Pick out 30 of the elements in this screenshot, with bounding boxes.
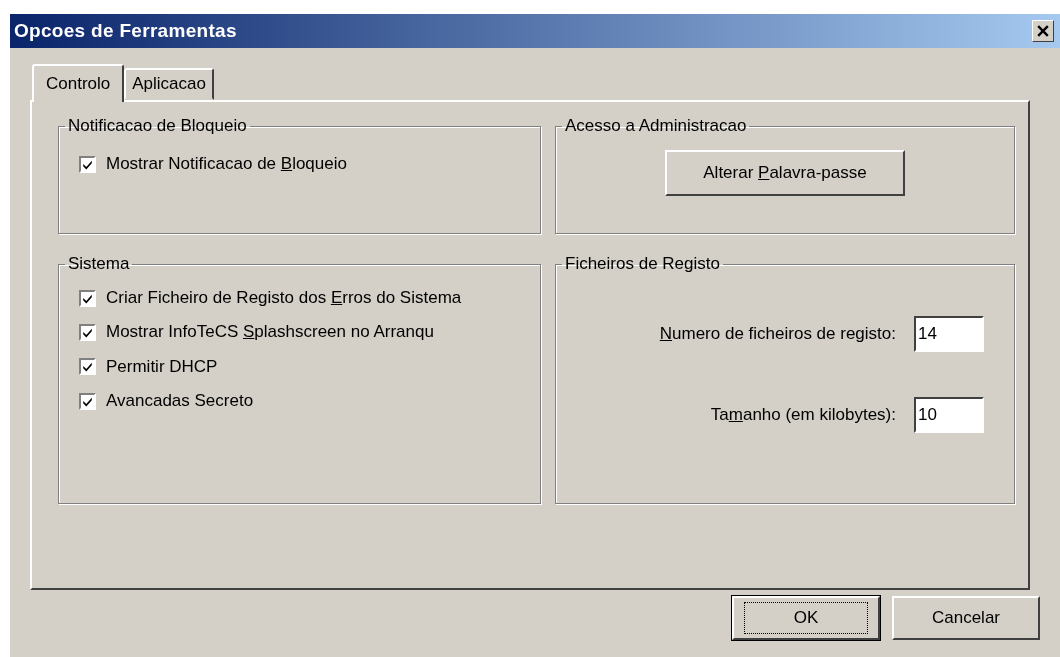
tab[interactable]: Aplicacao <box>124 68 214 100</box>
checkbox[interactable] <box>79 155 96 173</box>
tab[interactable]: Controlo <box>32 64 125 102</box>
checkbox-label[interactable]: Mostrar InfoTeCS Splashscreen no Arranqu <box>106 322 434 343</box>
input-field[interactable]: 14 <box>914 316 984 352</box>
check-icon <box>82 292 93 304</box>
checkbox-label[interactable]: Avancadas Secreto <box>106 391 254 412</box>
checkbox-label[interactable]: Permitir DHCP <box>106 356 218 378</box>
window-title: Opcoes de Ferramentas <box>14 20 237 42</box>
check-icon <box>82 361 93 373</box>
input-field[interactable]: 10 <box>914 397 984 433</box>
check-icon <box>82 158 93 170</box>
group-title: Acesso a Administracao <box>564 116 748 136</box>
checkbox[interactable] <box>79 324 96 342</box>
group-title: Ficheiros de Registo <box>564 254 721 274</box>
checkbox-label[interactable]: Mostrar Notificacao de Bloqueio <box>106 154 347 175</box>
checkbox-label[interactable]: Criar Ficheiro de Registo dos Erros do Sistema <box>106 288 462 309</box>
group-title: Notificacao de Bloqueio <box>67 116 248 136</box>
checkbox[interactable] <box>79 289 96 307</box>
field-label: Tamanho (em kilobytes): <box>710 405 896 425</box>
dialog-button[interactable]: OK <box>732 596 880 640</box>
group-title: Sistema <box>67 254 131 274</box>
check-icon <box>82 327 93 339</box>
close-icon[interactable] <box>1032 20 1054 42</box>
check-icon <box>82 395 93 407</box>
change-password-button[interactable]: Alterar Palavra-passe <box>665 150 905 196</box>
checkbox[interactable] <box>79 392 96 410</box>
checkbox[interactable] <box>79 358 96 376</box>
field-label: Numero de ficheiros de registo: <box>659 324 896 344</box>
dialog-button[interactable]: Cancelar <box>892 596 1040 640</box>
